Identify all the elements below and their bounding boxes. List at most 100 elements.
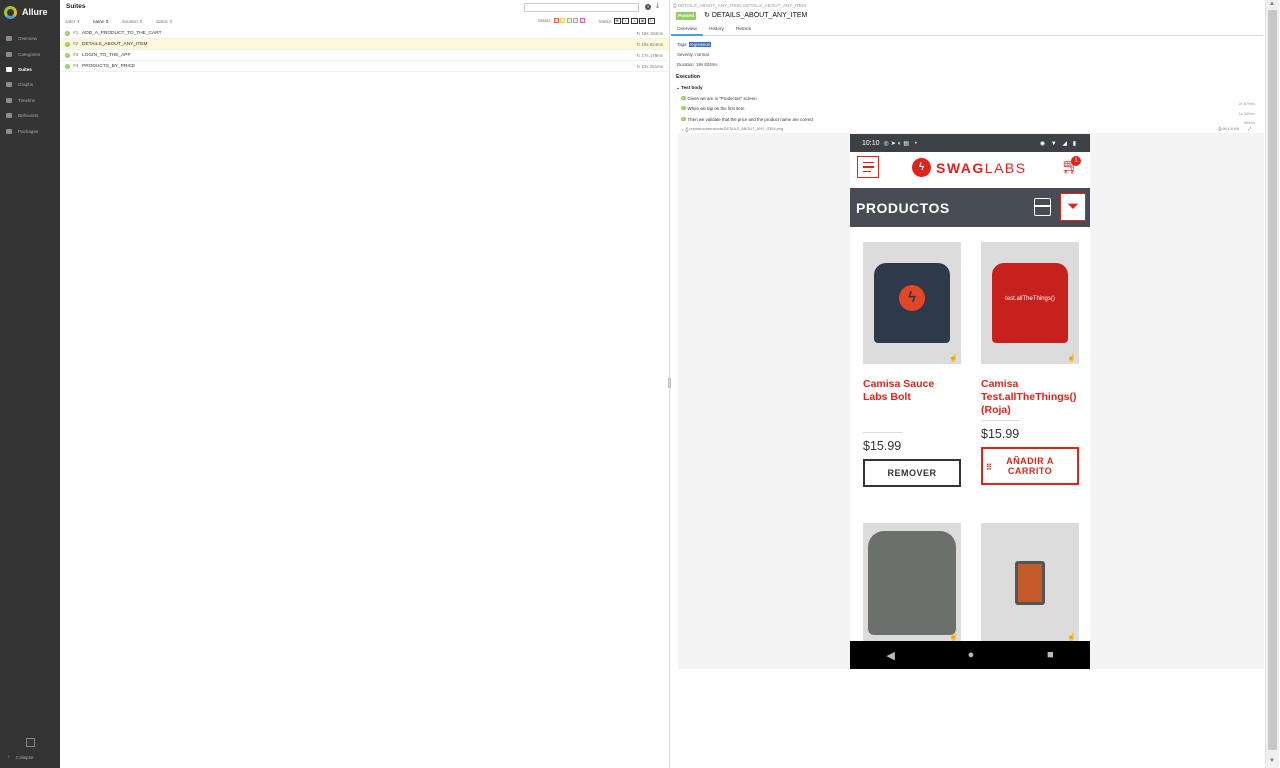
flag-icon — [6, 51, 12, 57]
status-passed-toggle[interactable] — [566, 18, 572, 23]
sidebar-item-overview[interactable]: Overview — [0, 31, 60, 46]
tab-retries[interactable]: Retries — [730, 25, 757, 36]
new-failed-mark-toggle[interactable]: ◐ — [622, 18, 630, 24]
product-name[interactable]: Camisa Test.allTheThings() (Roja) — [981, 378, 1079, 420]
recents-icon[interactable]: ■ — [1047, 649, 1054, 661]
sort-name-label: name — [93, 19, 104, 24]
product-card[interactable]: ☝ — [981, 523, 1079, 643]
table-row[interactable]: ✓ #4 PRODUCTS_BY_PRICE ↻ 21s 251ms — [60, 61, 669, 72]
test-body-label: Test body — [681, 85, 703, 90]
breadcrumb-text: DETAILS_ABOUT_ANY_ITEM: DETAILS_ABOUT_AN… — [677, 3, 806, 8]
test-body-toggle[interactable]: ⌄ Test body — [676, 85, 703, 91]
product-card[interactable]: ☝ — [863, 523, 961, 643]
sort-status[interactable]: status ⇕ — [156, 19, 173, 25]
layout-toggle-icon[interactable] — [1034, 198, 1051, 216]
language-toggle-icon[interactable] — [26, 738, 35, 747]
status-filter: Status: — [538, 18, 586, 23]
sort-duration[interactable]: duration ⇕ — [122, 19, 143, 25]
suites-pane: Suites i ⤓ order ⇕ name ⇕ duration ⇕ sta… — [60, 0, 669, 768]
table-row[interactable]: ✓ #3 LOGIN_TO_THE_APP ↻ 17s 179ms — [60, 50, 669, 61]
passed-check-icon: ✓ — [65, 30, 70, 36]
status-failed-toggle[interactable] — [553, 18, 559, 23]
product-price: $15.99 — [981, 427, 1020, 441]
download-icon[interactable]: ⤓ — [656, 2, 659, 10]
sidebar-item-behaviors[interactable]: Behaviors — [0, 108, 60, 123]
product-image[interactable]: test.allTheThings() ☝ — [981, 242, 1079, 364]
phone-screenshot: 10:10 ◎➤◐▤ • ◉ ▼ ◢ ▮ ϟ SWAGLABS 🛒︎ 1 PRO… — [850, 134, 1090, 669]
back-icon[interactable]: ◀ — [886, 649, 894, 662]
allure-report: Allure Overview Categories Suites Graphs… — [0, 0, 1280, 768]
bolt-logo-icon: ϟ — [899, 285, 925, 311]
expand-icon[interactable]: ⤢ — [1248, 127, 1251, 131]
sort-order[interactable]: order ⇕ — [65, 19, 80, 25]
tshirt-image: ϟ — [874, 263, 950, 343]
scroll-thumb[interactable] — [1268, 10, 1277, 750]
tab-history[interactable]: History — [703, 25, 730, 36]
row-duration: ↻ 18s 824ms — [636, 41, 663, 47]
jacket-image — [868, 531, 956, 635]
scrollbar[interactable]: ▲ ▼ — [1265, 0, 1279, 768]
tags-label: Tags: — [677, 42, 688, 47]
passed-check-icon: ✓ — [65, 41, 70, 47]
sidebar-item-timeline[interactable]: Timeline — [0, 93, 60, 108]
table-row[interactable]: ✓ #2 DETAILS_ABOUT_ANY_ITEM ↻ 18s 824ms — [60, 39, 669, 50]
sidebar-item-label: Behaviors — [18, 113, 39, 119]
briefcase-icon — [6, 66, 12, 72]
list-icon — [6, 113, 12, 119]
sidebar-item-graphs[interactable]: Graphs — [0, 77, 60, 92]
scroll-up-icon[interactable]: ▲ — [1269, 1, 1275, 7]
product-image[interactable]: ϟ ☝ — [863, 242, 961, 364]
retries-mark-toggle[interactable]: ↻ — [647, 18, 655, 24]
info-icon[interactable]: i — [645, 4, 651, 10]
step-row[interactable]: ✓ Given we are in "Productos" screen 2s … — [681, 94, 1259, 106]
row-number: #4 — [73, 63, 79, 69]
hamburger-menu-icon[interactable] — [857, 156, 879, 178]
search-input[interactable] — [524, 3, 639, 12]
sidebar: Allure Overview Categories Suites Graphs… — [0, 0, 60, 768]
attachment-size-value: 99 1.6 KB — [1222, 127, 1239, 131]
breadcrumb: ⎙ DETAILS_ABOUT_ANY_ITEM: DETAILS_ABOUT_… — [673, 3, 806, 8]
status-broken-toggle[interactable] — [560, 18, 566, 23]
product-name[interactable]: Camisa Sauce Labs Bolt — [863, 378, 961, 432]
sort-name[interactable]: name ⇕ — [93, 19, 109, 25]
row-number: #1 — [73, 30, 79, 36]
filter-icon[interactable]: ⏷ — [1060, 193, 1086, 221]
step-row[interactable]: ✓ Then we validate that the price and th… — [681, 115, 1259, 125]
status-skipped-toggle[interactable] — [573, 18, 579, 23]
brand[interactable]: Allure — [4, 4, 48, 20]
remove-button[interactable]: REMOVER — [863, 459, 961, 487]
bolt-logo-icon: ϟ — [912, 158, 931, 177]
home-icon[interactable]: ● — [968, 649, 975, 661]
row-number: #2 — [73, 41, 79, 47]
new-broken-mark-toggle[interactable]: ▣ — [639, 18, 647, 24]
phone-status-bar: 10:10 ◎➤◐▤ • ◉ ▼ ◢ ▮ — [850, 134, 1090, 152]
table-row[interactable]: ✓ #1 ADD_A_PRODUCT_TO_THE_CART ↻ 19s 194… — [60, 28, 669, 39]
sidebar-item-categories[interactable]: Categories — [0, 46, 60, 61]
status-filter-label: Status: — [538, 18, 552, 23]
sidebar-item-packages[interactable]: Packages — [0, 123, 60, 138]
passed-check-icon: ✓ — [681, 95, 686, 101]
status-unknown-toggle[interactable] — [579, 18, 585, 23]
collapse-button[interactable]: ‹ Collapse — [0, 754, 60, 760]
scroll-down-icon[interactable]: ▼ — [1269, 758, 1275, 764]
product-card[interactable]: ϟ ☝ Camisa Sauce Labs Bolt $15.99 REMOVE… — [863, 242, 961, 487]
row-duration: ↻ 17s 179ms — [636, 52, 663, 58]
add-to-cart-button[interactable]: ⠿ AÑADIR A CARRITO — [981, 447, 1079, 485]
suites-tree: ✓ #1 ADD_A_PRODUCT_TO_THE_CART ↻ 19s 194… — [60, 28, 669, 72]
phone-time: 10:10 — [862, 139, 880, 147]
test-result-pane: ⎙ DETAILS_ABOUT_ANY_ITEM: DETAILS_ABOUT_… — [671, 0, 1265, 768]
attachment-row[interactable]: ⌄ ⎙ reports/screenshots/DETAILS_ABOUT_AN… — [681, 125, 1259, 133]
product-image[interactable]: ☝ — [981, 523, 1079, 643]
product-card[interactable]: test.allTheThings() ☝ Camisa Test.allThe… — [981, 242, 1079, 485]
sidebar-item-suites[interactable]: Suites — [0, 62, 60, 77]
product-image[interactable]: ☝ — [863, 523, 961, 643]
new-passed-mark-toggle[interactable]: ◑ — [630, 18, 638, 24]
brand-bold: SWAG — [936, 159, 985, 176]
step-text: Given we are in "Productos" screen — [687, 95, 757, 101]
tap-icon: ☝ — [949, 355, 958, 362]
flaky-mark-toggle[interactable]: ✱ — [613, 18, 621, 24]
chevron-down-icon: ⌄ ⎙ — [681, 127, 690, 132]
tab-overview[interactable]: Overview — [671, 25, 703, 36]
step-row[interactable]: ✓ When we tap on the first item 1s 360ms — [681, 104, 1259, 116]
swaglabs-header: ϟ SWAGLABS 🛒︎ 1 — [850, 152, 1090, 188]
